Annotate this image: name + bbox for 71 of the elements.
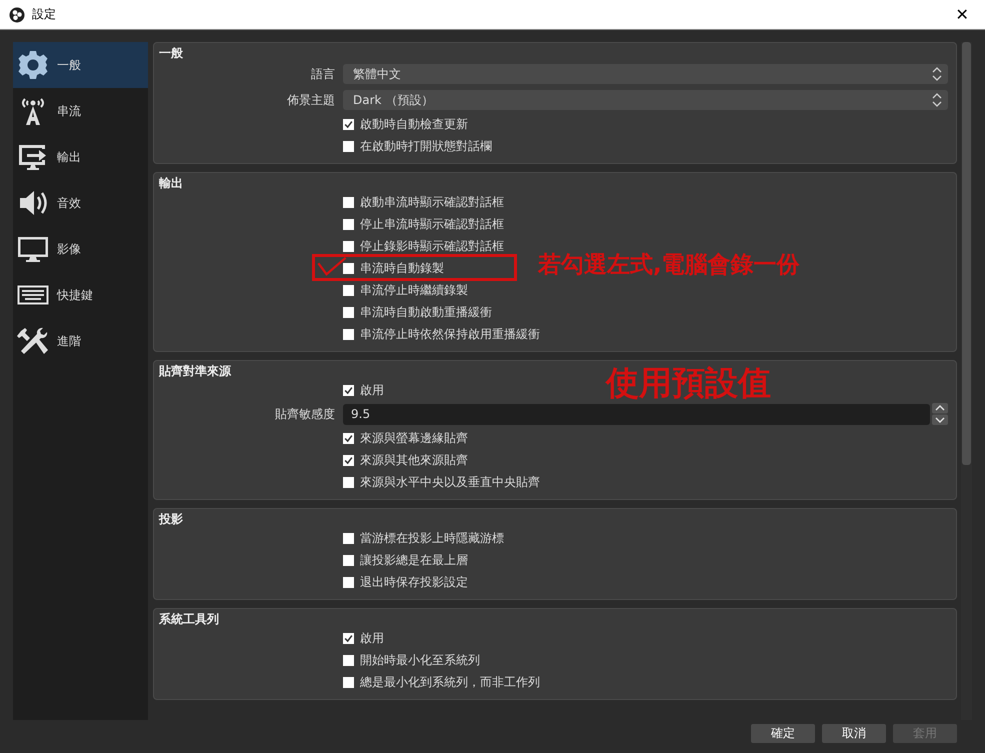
checkbox-label: 在啟動時打開狀態對話欄 — [360, 138, 492, 154]
sidebar-item[interactable]: 進階 — [13, 318, 148, 364]
checkbox-label: 來源與水平中央以及垂直中央貼齊 — [360, 474, 540, 490]
dropdown[interactable]: Dark （預設） — [343, 90, 948, 110]
group-title: 投影 — [159, 511, 184, 527]
scrollbar[interactable] — [961, 42, 972, 720]
window-title: 設定 — [32, 6, 56, 23]
checkbox[interactable] — [343, 454, 354, 466]
checkbox-label: 串流時自動錄製 — [360, 260, 444, 276]
group-title: 貼齊對準來源 — [159, 363, 232, 379]
up-down-arrows-icon — [932, 92, 942, 108]
up-down-arrows-icon — [932, 66, 942, 82]
checkbox[interactable] — [343, 676, 354, 688]
sidebar-item[interactable]: 音效 — [13, 180, 148, 226]
checkbox-label: 串流時自動啟動重播緩衝 — [360, 304, 492, 320]
checkbox[interactable] — [343, 262, 354, 274]
checkbox-label: 停止錄影時顯示確認對話框 — [360, 238, 504, 254]
dialog-button[interactable]: 確定 — [751, 724, 815, 743]
checkbox-label: 總是最小化到系統列，而非工作列 — [360, 674, 540, 690]
checkbox[interactable] — [343, 218, 354, 230]
checkbox-label: 啟動串流時顯示確認對話框 — [360, 194, 504, 210]
close-button[interactable]: ✕ — [939, 0, 985, 29]
field-label: 語言 — [310, 66, 335, 82]
checkbox[interactable] — [343, 654, 354, 666]
scrollbar-thumb[interactable] — [962, 42, 971, 465]
sidebar-item[interactable]: 影像 — [13, 226, 148, 272]
checkbox[interactable] — [343, 384, 354, 396]
app-logo-icon — [9, 6, 25, 22]
checkbox-label: 串流停止時依然保持啟用重播緩衝 — [360, 326, 540, 342]
checkbox-label: 退出時保存投影設定 — [360, 574, 468, 590]
field-label: 貼齊敏感度 — [274, 406, 335, 422]
checkbox-label: 來源與螢幕邊緣貼齊 — [360, 430, 468, 446]
checkbox[interactable] — [343, 532, 354, 544]
checkbox[interactable] — [343, 118, 354, 130]
checkbox[interactable] — [343, 196, 354, 208]
sidebar-item[interactable]: 串流 — [13, 88, 148, 134]
checkbox-label: 來源與其他來源貼齊 — [360, 452, 468, 468]
checkbox-label: 讓投影總是在最上層 — [360, 552, 468, 568]
checkbox[interactable] — [343, 328, 354, 340]
sidebar-item[interactable]: 快捷鍵 — [13, 272, 148, 318]
dialog-button[interactable]: 取消 — [822, 724, 886, 743]
checkbox[interactable] — [343, 432, 354, 444]
checkbox-label: 串流停止時繼續錄製 — [360, 282, 468, 298]
checkbox[interactable] — [343, 554, 354, 566]
field-label: 佈景主題 — [286, 92, 335, 108]
checkbox-label: 啟用 — [360, 382, 384, 398]
dropdown[interactable]: 繁體中文 — [343, 64, 948, 84]
gear-icon — [17, 49, 49, 81]
spin-arrows-icon[interactable] — [932, 403, 948, 425]
checkbox-label: 啟動時自動檢查更新 — [360, 116, 468, 132]
check-mark-icon — [315, 256, 349, 276]
checkbox-label: 開始時最小化至系統列 — [360, 652, 480, 668]
checkbox-label: 啟用 — [360, 630, 384, 646]
sidebar-item[interactable]: 一般 — [13, 42, 148, 88]
wrench-screwdriver-icon — [17, 325, 49, 357]
group-title: 系統工具列 — [159, 611, 220, 627]
group-title: 一般 — [159, 45, 184, 61]
checkbox[interactable] — [343, 476, 354, 488]
checkbox[interactable] — [343, 240, 354, 252]
checkbox[interactable] — [343, 284, 354, 296]
group-title: 輸出 — [159, 175, 184, 191]
checkbox-label: 當游標在投影上時隱藏游標 — [360, 530, 504, 546]
checkbox[interactable] — [343, 306, 354, 318]
checkbox[interactable] — [343, 632, 354, 644]
checkbox[interactable] — [343, 576, 354, 588]
annotation-note: 若勾選左式,電腦會錄一份 — [538, 251, 800, 280]
checkbox-label: 停止串流時顯示確認對話框 — [360, 216, 504, 232]
number-field[interactable]: 9.5 — [343, 404, 930, 424]
annotation-note: 使用預設值 — [606, 362, 771, 404]
checkbox[interactable] — [343, 140, 354, 152]
sidebar-item[interactable]: 輸出 — [13, 134, 148, 180]
